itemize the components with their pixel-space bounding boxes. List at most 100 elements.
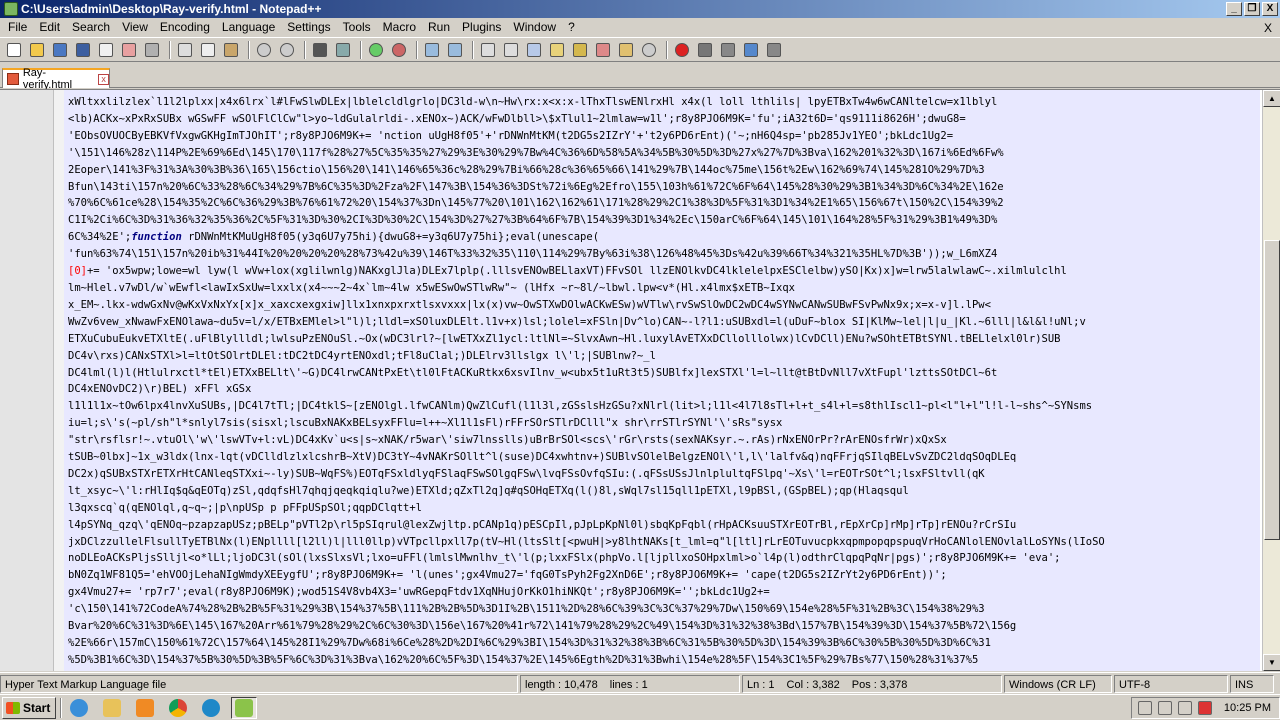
volume-icon[interactable] [1157, 700, 1172, 715]
sync-vertical-button[interactable] [422, 40, 442, 60]
close-button[interactable]: X [1262, 2, 1278, 16]
close-document-button[interactable]: X [1264, 21, 1272, 35]
menu-help[interactable]: ? [562, 18, 581, 37]
scroll-up-arrow-icon[interactable]: ▲ [1263, 90, 1280, 107]
show-all-chars-button[interactable] [501, 40, 521, 60]
windows-logo-icon [6, 701, 20, 714]
menu-language[interactable]: Language [216, 18, 281, 37]
menu-run[interactable]: Run [422, 18, 456, 37]
restore-button[interactable]: ❐ [1244, 2, 1260, 16]
menu-window[interactable]: Window [507, 18, 562, 37]
redo-button[interactable] [277, 40, 297, 60]
paste-icon [224, 42, 238, 57]
taskbar-edge[interactable] [198, 697, 224, 719]
replace-button[interactable] [333, 40, 353, 60]
toolbar-separator [304, 40, 306, 59]
code-line: 2Eoper\141%3F%31%3A%30%3B%36\165\156ctio… [68, 163, 985, 176]
new-file-icon [7, 42, 21, 57]
menu-file[interactable]: File [2, 18, 33, 37]
security-icon[interactable] [1197, 700, 1212, 715]
tray-app-icon[interactable] [1177, 700, 1192, 715]
chrome-icon [169, 698, 187, 717]
code-line: lm~Hlel.v7wDl/w`wEwfl<lawIxSxUw=lxxlx(x4… [68, 281, 795, 294]
start-button[interactable]: Start [2, 696, 56, 719]
sync-horizontal-button[interactable] [445, 40, 465, 60]
close-file-button[interactable] [96, 40, 116, 60]
scroll-down-arrow-icon[interactable]: ▼ [1263, 654, 1280, 671]
tab-close-icon[interactable]: x [98, 73, 109, 85]
zoom-out-button[interactable] [389, 40, 409, 60]
code-line: %5D%3B1%6C%3D\154%37%5B%30%5D%3B%5F%6C%3… [68, 653, 979, 666]
menu-macro[interactable]: Macro [377, 18, 422, 37]
menu-edit[interactable]: Edit [33, 18, 66, 37]
status-encoding[interactable]: UTF-8 [1114, 674, 1228, 693]
toolbar-separator [360, 40, 362, 59]
cut-button[interactable] [175, 40, 195, 60]
taskbar-explorer[interactable] [99, 697, 125, 719]
status-insert-mode[interactable]: INS [1230, 674, 1274, 693]
redo-icon [280, 42, 294, 57]
highlighted-token: [0] [68, 265, 87, 278]
record-macro-button[interactable] [672, 40, 692, 60]
taskbar-ie[interactable] [66, 697, 92, 719]
code-line: Bfun\143ti\157n%20%6C%33%28%6C%34%29%7B%… [68, 180, 1004, 193]
play-macro-button[interactable] [718, 40, 738, 60]
status-eol[interactable]: Windows (CR LF) [1004, 674, 1112, 693]
vertical-scrollbar[interactable]: ▲ ▼ [1262, 90, 1280, 671]
indent-guide-button[interactable] [524, 40, 544, 60]
doc-map-button[interactable] [570, 40, 590, 60]
folder-workspace-button[interactable] [616, 40, 636, 60]
paste-button[interactable] [221, 40, 241, 60]
minimize-button[interactable]: _ [1226, 2, 1242, 16]
save-all-icon [76, 42, 90, 57]
record-icon [675, 42, 689, 57]
toolbar-separator [169, 40, 171, 59]
code-line: DC4v\rxs)CANxSTXl>l=ltOtSOlrtDLEl:tDC2tD… [68, 349, 656, 362]
title-bar: C:\Users\admin\Desktop\Ray-verify.html -… [0, 0, 1280, 18]
play-icon [721, 42, 735, 57]
save-all-button[interactable] [73, 40, 93, 60]
monitoring-button[interactable] [639, 40, 659, 60]
code-text-area[interactable]: xWltxxlilzlex`l1l2lplxx|x4x6lrx`l#lFwSlw… [64, 90, 1260, 671]
code-line: WwZv6vew_xNwawFxENOlawa~du5v=l/x/ETBxEMl… [68, 315, 1086, 328]
save-macro-button[interactable] [764, 40, 784, 60]
code-line: "str\rsflsr!~.vtuOl\'w\'lswVTv+l:vL)DC4x… [68, 434, 947, 447]
undo-button[interactable] [254, 40, 274, 60]
network-icon[interactable] [1137, 700, 1152, 715]
pilcrow-icon [504, 42, 518, 57]
zoom-in-button[interactable] [366, 40, 386, 60]
taskbar-chrome[interactable] [165, 697, 191, 719]
code-line: C1I%2Ci%6C%3D%31%36%32%35%36%2C%5F%31%3D… [68, 214, 998, 227]
status-position: Ln : 1 Col : 3,382 Pos : 3,378 [742, 674, 1002, 693]
menu-plugins[interactable]: Plugins [456, 18, 507, 37]
sync-vertical-icon [425, 42, 439, 57]
copy-button[interactable] [198, 40, 218, 60]
menu-encoding[interactable]: Encoding [154, 18, 216, 37]
menu-settings[interactable]: Settings [281, 18, 336, 37]
function-list-button[interactable] [593, 40, 613, 60]
find-button[interactable] [310, 40, 330, 60]
taskbar-media-player[interactable] [132, 697, 158, 719]
close-all-button[interactable] [119, 40, 139, 60]
menu-search[interactable]: Search [66, 18, 116, 37]
menu-view[interactable]: View [116, 18, 154, 37]
word-wrap-button[interactable] [478, 40, 498, 60]
open-file-button[interactable] [27, 40, 47, 60]
word-wrap-icon [481, 42, 495, 57]
scrollbar-thumb[interactable] [1264, 240, 1280, 540]
user-language-button[interactable] [547, 40, 567, 60]
taskbar-notepadpp[interactable] [231, 696, 257, 719]
run-macro-multiple-button[interactable] [741, 40, 761, 60]
stop-macro-button[interactable] [695, 40, 715, 60]
code-line: 6C%34%2E';function rDNWnMtKMuUgH8f05(y3q… [68, 231, 600, 244]
new-file-button[interactable] [4, 40, 24, 60]
close-file-icon [99, 42, 113, 57]
editor-pane[interactable]: xWltxxlilzlex`l1l2lplxx|x4x6lrx`l#lFwSlw… [0, 89, 1280, 671]
status-col: Col : 3,382 [786, 678, 840, 691]
code-line: 'c\150\141%72CodeA%74%28%2B%2B%5F%31%29%… [68, 603, 985, 616]
save-button[interactable] [50, 40, 70, 60]
notepadpp-icon [235, 698, 253, 717]
print-button[interactable] [142, 40, 162, 60]
menu-tools[interactable]: Tools [337, 18, 377, 37]
tab-ray-verify[interactable]: Ray-verify.html x [2, 67, 110, 91]
